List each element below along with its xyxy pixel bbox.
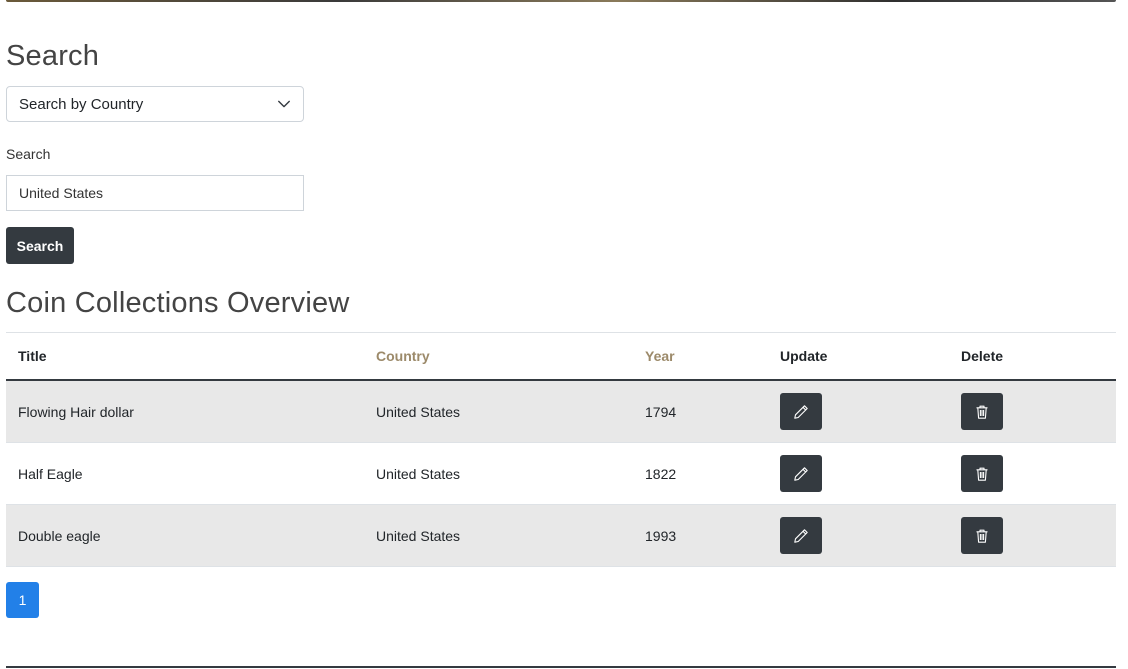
cell-update — [768, 504, 949, 567]
page-button-current[interactable]: 1 — [6, 582, 39, 618]
search-input[interactable] — [6, 175, 304, 211]
pencil-icon — [794, 466, 808, 481]
update-button[interactable] — [780, 517, 822, 554]
pencil-icon — [794, 404, 808, 419]
search-heading: Search — [6, 40, 100, 72]
trash-icon — [976, 529, 988, 543]
cell-update — [768, 380, 949, 443]
delete-button[interactable] — [961, 393, 1003, 430]
column-header-delete: Delete — [961, 348, 1004, 364]
cell-year: 1822 — [633, 442, 768, 505]
update-button[interactable] — [780, 455, 822, 492]
header-banner-image — [6, 0, 1116, 2]
pagination: 1 — [6, 582, 39, 618]
coin-collections-table: Title Country Year Update Delete Flowing… — [6, 332, 1116, 567]
update-button[interactable] — [780, 393, 822, 430]
search-field-label: Search — [6, 146, 51, 162]
cell-title: Half Eagle — [6, 442, 364, 505]
delete-button[interactable] — [961, 455, 1003, 492]
search-type-select-value: Search by Country — [19, 95, 144, 113]
cell-year: 1993 — [633, 504, 768, 567]
cell-country: United States — [364, 442, 633, 505]
trash-icon — [976, 405, 988, 419]
cell-year: 1794 — [633, 380, 768, 443]
table-row: Double eagle United States 1993 — [6, 504, 1116, 567]
pencil-icon — [794, 528, 808, 543]
table-row: Flowing Hair dollar United States 1794 — [6, 380, 1116, 443]
overview-heading: Coin Collections Overview — [6, 287, 350, 319]
table-row: Half Eagle United States 1822 — [6, 442, 1116, 505]
search-button[interactable]: Search — [6, 227, 74, 264]
delete-button[interactable] — [961, 517, 1003, 554]
column-header-country[interactable]: Country — [364, 333, 633, 381]
table-header-row: Title Country Year Update Delete — [6, 332, 1116, 381]
cell-country: United States — [364, 380, 633, 443]
search-type-select[interactable]: Search by Country — [6, 86, 304, 122]
cell-delete — [949, 504, 1116, 567]
footer-divider — [6, 666, 1116, 668]
column-header-year[interactable]: Year — [633, 333, 768, 381]
column-header-title: Title — [18, 348, 47, 364]
column-header-update: Update — [780, 348, 828, 364]
cell-delete — [949, 442, 1116, 505]
cell-title: Flowing Hair dollar — [6, 380, 364, 443]
cell-title: Double eagle — [6, 504, 364, 567]
cell-update — [768, 442, 949, 505]
cell-country: United States — [364, 504, 633, 567]
chevron-down-icon — [278, 100, 290, 108]
cell-delete — [949, 380, 1116, 443]
trash-icon — [976, 467, 988, 481]
